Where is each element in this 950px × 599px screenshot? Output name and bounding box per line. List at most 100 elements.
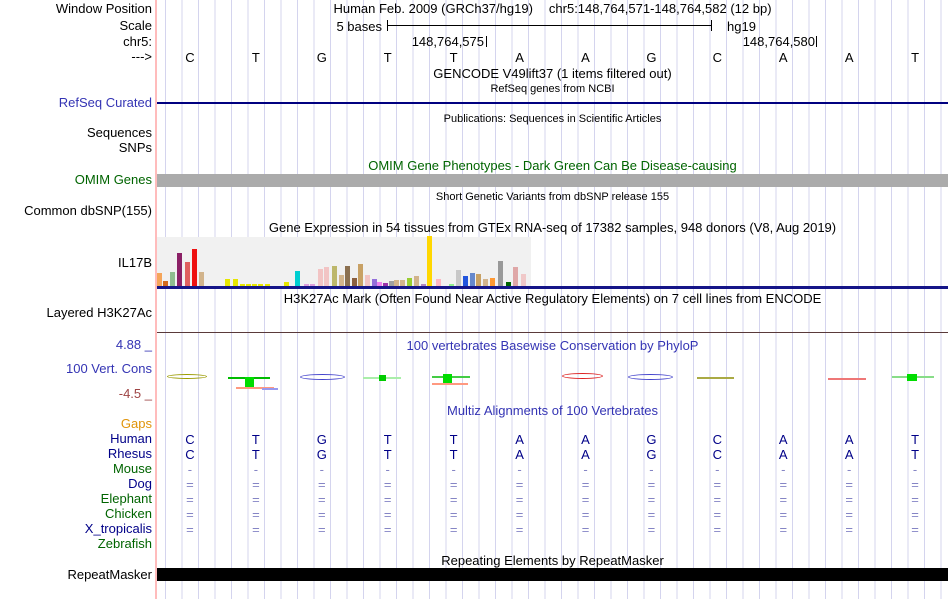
alignment-cell: = — [713, 492, 722, 507]
gtex-gene-label[interactable]: IL17B — [0, 256, 152, 270]
alignment-cell: C — [185, 432, 195, 447]
alignment-cell: = — [318, 522, 326, 537]
gencode-track-title: GENCODE V49lift37 (1 items filtered out) — [433, 66, 672, 81]
alignment-cell: - — [187, 462, 193, 477]
multiz-species-label[interactable]: Rhesus — [0, 447, 152, 461]
alignment-cell: - — [847, 462, 852, 477]
conservation-track[interactable] — [157, 370, 948, 396]
chrom-label: chr5: — [123, 34, 152, 49]
multiz-species-label[interactable]: Gaps — [0, 417, 152, 431]
phylop-mark — [628, 374, 673, 380]
alignment-cell: = — [449, 522, 458, 537]
gtex-expression-bar[interactable] — [332, 266, 337, 286]
vert-cons-label[interactable]: 100 Vert. Cons — [0, 362, 152, 376]
gtex-expression-bar[interactable] — [456, 270, 461, 286]
multiz-species-label[interactable]: Dog — [0, 477, 152, 491]
alignment-cell: = — [318, 477, 326, 492]
alignment-cell: C — [712, 432, 723, 447]
alignment-cell: T — [383, 447, 392, 462]
gtex-expression-bar[interactable] — [521, 274, 526, 286]
gtex-expression-bar[interactable] — [352, 278, 357, 286]
sequences-label[interactable]: Sequences — [0, 126, 152, 140]
gtex-expression-bar[interactable] — [157, 273, 162, 286]
gtex-plot[interactable] — [157, 236, 531, 287]
alignment-cell: G — [646, 432, 657, 447]
alignment-cell: = — [779, 522, 788, 537]
omim-gene-item[interactable] — [157, 174, 948, 187]
multiz-species-label[interactable]: Zebrafish — [0, 537, 152, 551]
gtex-expression-bar[interactable] — [233, 279, 238, 286]
gtex-expression-bar[interactable] — [427, 236, 432, 286]
coordinate-left-tick — [486, 36, 487, 47]
refseq-curated-label[interactable]: RefSeq Curated — [0, 96, 152, 110]
repeatmasker-item[interactable] — [157, 568, 948, 581]
alignment-cell: = — [911, 507, 919, 522]
gtex-expression-bar[interactable] — [199, 272, 204, 286]
alignment-cell: = — [186, 522, 194, 537]
gtex-expression-bar[interactable] — [225, 279, 230, 286]
gtex-expression-bar[interactable] — [192, 249, 197, 286]
gtex-expression-bar[interactable] — [483, 279, 488, 286]
repeatmasker-track-title: Repeating Elements by RepeatMasker — [441, 553, 664, 568]
gtex-expression-bar[interactable] — [170, 272, 175, 286]
alignment-cell: = — [383, 492, 392, 507]
omim-genes-label[interactable]: OMIM Genes — [0, 173, 152, 187]
alignment-cell: = — [383, 522, 392, 537]
phylop-mark — [907, 374, 917, 381]
gtex-expression-bar[interactable] — [414, 276, 419, 286]
multiz-species-label[interactable]: X_tropicalis — [0, 522, 152, 536]
alignment-cell: C — [185, 447, 195, 462]
phylop-mark — [697, 377, 734, 379]
multiz-row-mouse: Mouse - - - - - - - - - - - - — [0, 462, 950, 478]
common-dbsnp-label[interactable]: Common dbSNP(155) — [0, 204, 152, 218]
alignment-cell: G — [316, 447, 327, 462]
alignment-cell: = — [252, 492, 260, 507]
alignment-cell: = — [911, 522, 919, 537]
gtex-expression-bar[interactable] — [470, 273, 475, 286]
alignment-cell: - — [912, 462, 918, 477]
alignment-cell: - — [385, 462, 390, 477]
gtex-expression-bar[interactable] — [318, 269, 323, 286]
alignment-cell: = — [647, 477, 656, 492]
gtex-expression-bar[interactable] — [358, 264, 363, 286]
gtex-expression-bar[interactable] — [490, 278, 495, 286]
h3k27ac-signal-line — [157, 332, 948, 333]
alignment-cell: = — [449, 477, 458, 492]
scale-bases-label: 5 bases — [336, 19, 382, 34]
alignment-cell: = — [515, 477, 524, 492]
multiz-species-label[interactable]: Mouse — [0, 462, 152, 476]
gtex-expression-bar[interactable] — [177, 253, 182, 286]
alignment-cell: G — [316, 432, 327, 447]
alignment-cell: = — [779, 507, 788, 522]
gtex-expression-bar[interactable] — [295, 271, 300, 286]
snps-label[interactable]: SNPs — [0, 141, 152, 155]
gtex-expression-bar[interactable] — [339, 275, 344, 286]
gtex-expression-bar[interactable] — [498, 261, 503, 286]
coordinate-right-tick — [816, 36, 817, 47]
base-letter: T — [251, 50, 260, 65]
gtex-expression-bar[interactable] — [463, 276, 468, 286]
alignment-cell: = — [383, 507, 392, 522]
alignment-cell: A — [778, 432, 788, 447]
refseq-curated-item[interactable] — [157, 102, 948, 104]
gtex-expression-bar[interactable] — [345, 266, 350, 286]
gtex-expression-bar[interactable] — [513, 267, 518, 286]
alignment-cell: = — [779, 477, 788, 492]
multiz-species-label[interactable]: Chicken — [0, 507, 152, 521]
layered-h3k27ac-label[interactable]: Layered H3K27Ac — [0, 306, 152, 320]
multiz-species-label[interactable]: Human — [0, 432, 152, 446]
gtex-expression-bar[interactable] — [365, 275, 370, 286]
gtex-expression-bar[interactable] — [324, 267, 329, 286]
alignment-cell: = — [647, 507, 656, 522]
multiz-species-label[interactable]: Elephant — [0, 492, 152, 506]
gtex-expression-bar[interactable] — [407, 278, 412, 286]
multiz-row-dog: Dog = = = = = = = = = = = = — [0, 477, 950, 493]
alignment-cell: - — [319, 462, 324, 477]
sequence-bases: CTGTTAAGCAAT — [157, 50, 948, 65]
gtex-expression-bar[interactable] — [185, 262, 190, 286]
alignment-cell: = — [911, 492, 919, 507]
gtex-expression-bar[interactable] — [436, 279, 441, 286]
repeatmasker-label[interactable]: RepeatMasker — [0, 568, 152, 582]
gtex-expression-bar[interactable] — [476, 274, 481, 286]
alignment-cell: = — [186, 477, 194, 492]
